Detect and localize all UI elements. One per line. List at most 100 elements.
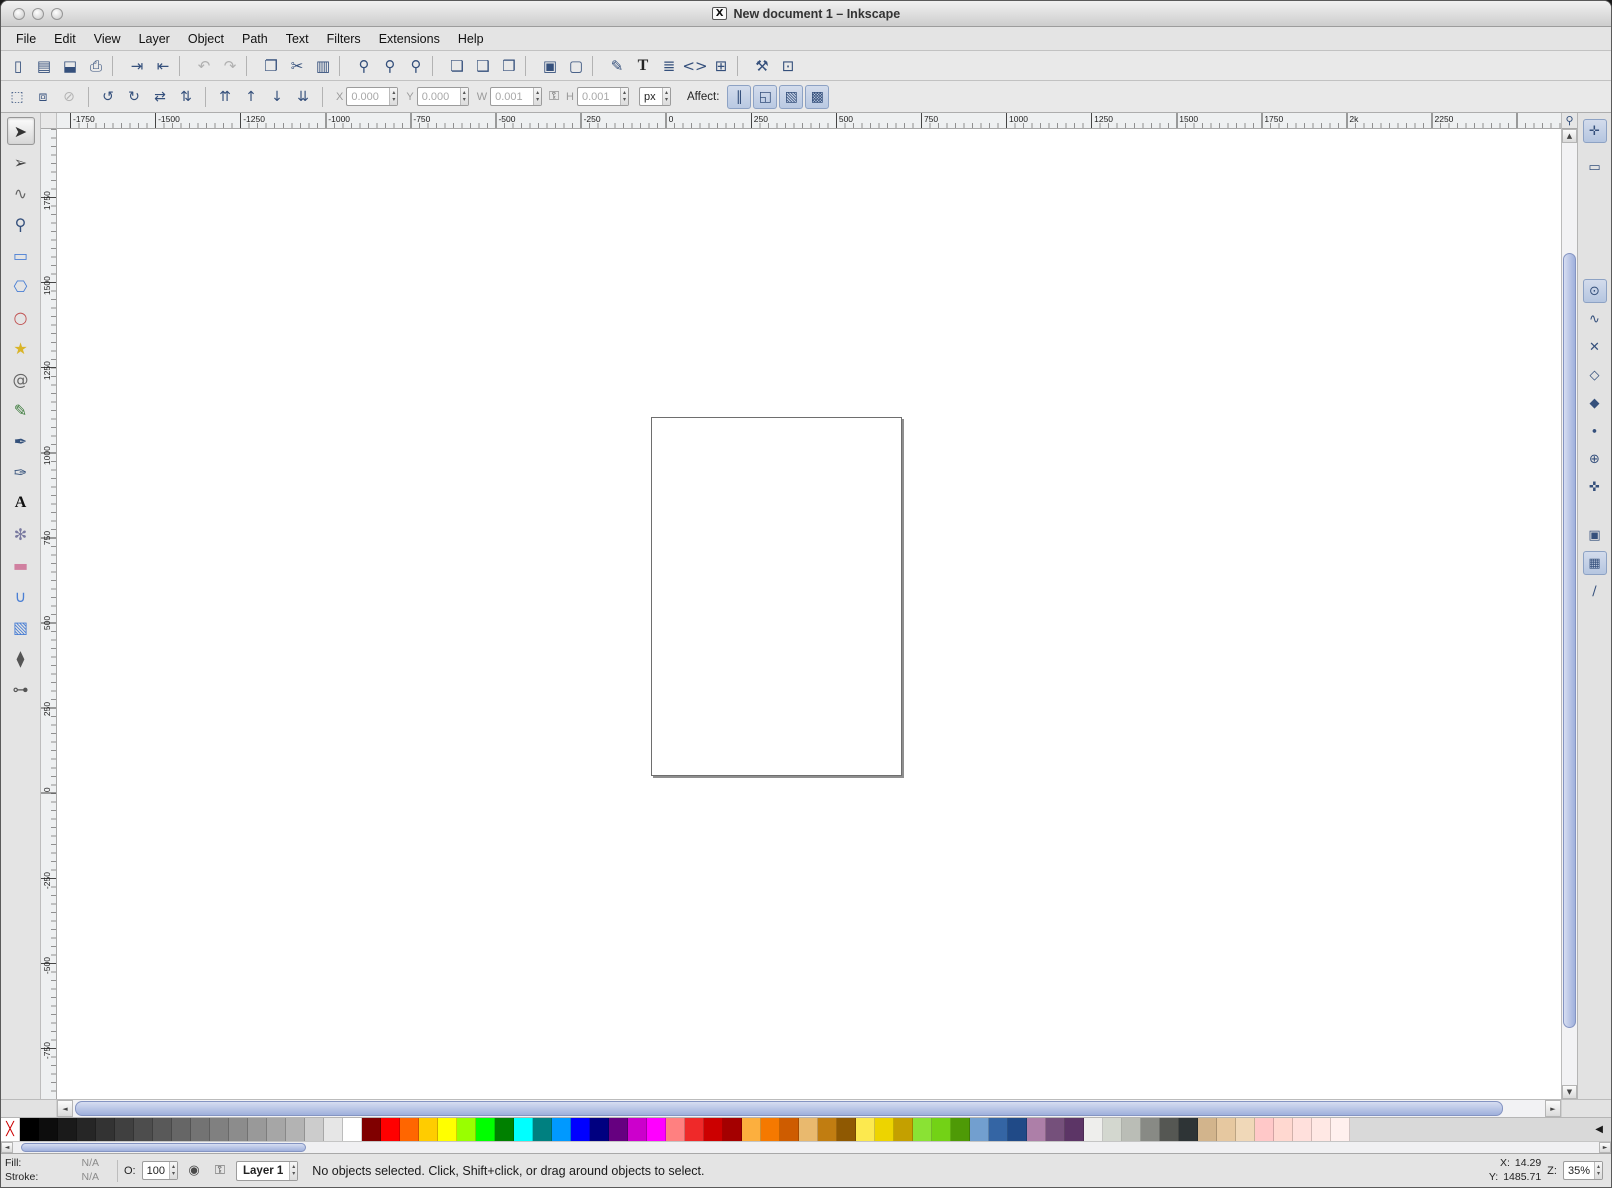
pen-tool[interactable]: ✒	[7, 427, 35, 455]
color-swatch[interactable]	[153, 1118, 172, 1141]
color-swatch[interactable]	[666, 1118, 685, 1141]
spray-tool[interactable]: ✻	[7, 520, 35, 548]
snap-paths-toggle[interactable]: ∿	[1583, 307, 1607, 331]
color-swatch[interactable]	[951, 1118, 970, 1141]
new-document-button[interactable]: ▯	[5, 53, 31, 79]
pencil-tool[interactable]: ✎	[7, 396, 35, 424]
rectangle-tool[interactable]: ▭	[7, 241, 35, 269]
spiral-tool[interactable]: @	[7, 365, 35, 393]
ruler-zoom-icon[interactable]: ⚲	[1562, 113, 1577, 129]
vertical-scrollbar[interactable]: ⚲ ▲ ▼	[1561, 113, 1577, 1099]
paste-button[interactable]: ▥	[310, 53, 336, 79]
connector-tool[interactable]: ⊶	[7, 675, 35, 703]
color-swatch[interactable]	[1141, 1118, 1160, 1141]
tweak-tool[interactable]: ∿	[7, 179, 35, 207]
color-swatch[interactable]	[172, 1118, 191, 1141]
lock-ratio-icon[interactable]: ⚿	[549, 89, 559, 104]
color-swatch[interactable]	[1027, 1118, 1046, 1141]
color-swatch[interactable]	[1236, 1118, 1255, 1141]
color-swatch[interactable]	[780, 1118, 799, 1141]
layers-dialog-button[interactable]: ≣	[656, 53, 682, 79]
copy-button[interactable]: ❐	[258, 53, 284, 79]
snap-guides-toggle[interactable]: ∕	[1583, 579, 1607, 603]
color-swatch[interactable]	[324, 1118, 343, 1141]
color-swatch[interactable]	[1274, 1118, 1293, 1141]
print-button[interactable]: ⎙	[83, 53, 109, 79]
canvas[interactable]	[57, 129, 1561, 1099]
color-swatch[interactable]	[248, 1118, 267, 1141]
color-swatch[interactable]	[96, 1118, 115, 1141]
color-swatch[interactable]	[1084, 1118, 1103, 1141]
export-button[interactable]: ⇤	[150, 53, 176, 79]
color-swatch[interactable]	[495, 1118, 514, 1141]
box3d-tool[interactable]: ⎔	[7, 272, 35, 300]
color-swatch[interactable]	[1331, 1118, 1350, 1141]
menu-layer[interactable]: Layer	[130, 30, 179, 48]
undo-button[interactable]: ↶	[191, 53, 217, 79]
layer-selector[interactable]: Layer 1 ▴▾	[236, 1161, 298, 1181]
zoom-stepper[interactable]: ▴▾	[1594, 1162, 1602, 1179]
zoom-page-button[interactable]: ⚲	[403, 53, 429, 79]
vertical-scroll-thumb[interactable]	[1563, 253, 1576, 1028]
move-patterns-toggle[interactable]: ▩	[805, 85, 829, 109]
scroll-up-icon[interactable]: ▲	[1562, 129, 1577, 143]
color-swatch[interactable]	[457, 1118, 476, 1141]
preferences-button[interactable]: ⚒	[749, 53, 775, 79]
color-swatch[interactable]	[552, 1118, 571, 1141]
snap-object-centers-toggle[interactable]: ⊕	[1583, 447, 1607, 471]
h-input[interactable]: 0.001 ▴▾	[577, 87, 629, 106]
color-swatch[interactable]	[590, 1118, 609, 1141]
align-distribute-button[interactable]: ⊞	[708, 53, 734, 79]
color-swatch[interactable]	[77, 1118, 96, 1141]
snap-midpoints-toggle[interactable]: ∙	[1583, 419, 1607, 443]
ellipse-tool[interactable]: ○	[7, 303, 35, 331]
color-swatch[interactable]	[229, 1118, 248, 1141]
vertical-ruler[interactable]: 17501500125010007505002500-250-500-750	[41, 129, 57, 1099]
h-stepper[interactable]: ▴▾	[620, 88, 628, 105]
cut-button[interactable]: ✂	[284, 53, 310, 79]
snap-smooth-nodes-toggle[interactable]: ◆	[1583, 391, 1607, 415]
color-swatch[interactable]	[39, 1118, 58, 1141]
color-swatch[interactable]	[1122, 1118, 1141, 1141]
color-swatch[interactable]	[609, 1118, 628, 1141]
color-swatch[interactable]	[1293, 1118, 1312, 1141]
palette-scroll-right-arrow-icon[interactable]: ►	[1599, 1142, 1611, 1153]
color-swatch[interactable]	[856, 1118, 875, 1141]
color-swatch[interactable]	[685, 1118, 704, 1141]
color-swatch[interactable]	[362, 1118, 381, 1141]
scroll-right-icon[interactable]: ►	[1545, 1100, 1561, 1117]
menu-view[interactable]: View	[85, 30, 130, 48]
x-input[interactable]: 0.000 ▴▾	[346, 87, 398, 106]
snap-page-border-toggle[interactable]: ▣	[1583, 523, 1607, 547]
palette-scroll-left-arrow-icon[interactable]: ◄	[1, 1142, 13, 1153]
lower-button[interactable]: ↓	[265, 85, 289, 109]
color-swatch[interactable]	[20, 1118, 39, 1141]
scale-corners-toggle[interactable]: ◱	[753, 85, 777, 109]
color-swatch[interactable]	[761, 1118, 780, 1141]
palette-scrollbar[interactable]: ◄ ►	[1, 1141, 1611, 1153]
menu-edit[interactable]: Edit	[45, 30, 85, 48]
scale-stroke-toggle[interactable]: ∥	[727, 85, 751, 109]
scroll-left-icon[interactable]: ◄	[57, 1100, 73, 1117]
minimize-button[interactable]	[32, 8, 44, 20]
eraser-tool[interactable]: ▬	[7, 551, 35, 579]
snap-path-intersections-toggle[interactable]: ✕	[1583, 335, 1607, 359]
menu-filters[interactable]: Filters	[318, 30, 370, 48]
color-swatch[interactable]	[1046, 1118, 1065, 1141]
x-stepper[interactable]: ▴▾	[389, 88, 397, 105]
color-swatch[interactable]	[913, 1118, 932, 1141]
fill-stroke-dialog-button[interactable]: ✎	[604, 53, 630, 79]
color-swatch[interactable]	[1008, 1118, 1027, 1141]
zoom-drawing-button[interactable]: ⚲	[377, 53, 403, 79]
select-all-layers-button[interactable]: ⧈	[31, 85, 55, 109]
menu-text[interactable]: Text	[277, 30, 318, 48]
star-tool[interactable]: ★	[7, 334, 35, 362]
color-swatch[interactable]	[1065, 1118, 1084, 1141]
y-stepper[interactable]: ▴▾	[460, 88, 468, 105]
raise-to-top-button[interactable]: ⇈	[213, 85, 237, 109]
horizontal-ruler[interactable]: -1750-1500-1250-1000-750-500-25002505007…	[57, 113, 1561, 129]
save-button[interactable]: ⬓	[57, 53, 83, 79]
color-swatch[interactable]	[286, 1118, 305, 1141]
flip-vertical-button[interactable]: ⇅	[174, 85, 198, 109]
snap-rotation-center-toggle[interactable]: ✜	[1583, 475, 1607, 499]
